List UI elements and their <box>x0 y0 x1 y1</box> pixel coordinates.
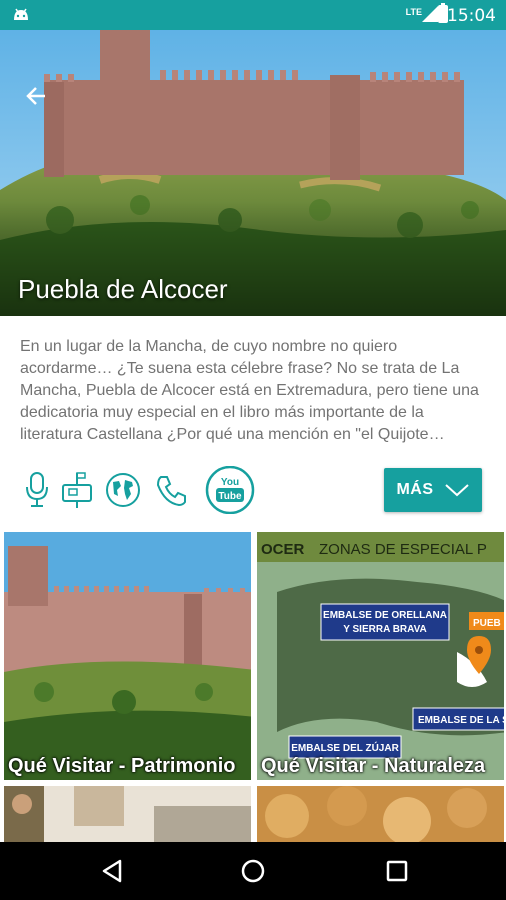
map-label: EMBALSE DE LA S <box>418 715 506 726</box>
map-image: OCER ZONAS DE ESPECIAL P EMBALSE DE OREL… <box>257 532 506 780</box>
map-label: EMBALSE DEL ZÚJAR <box>291 741 399 754</box>
more-button-label: MÁS <box>396 481 434 498</box>
hero-image: Puebla de Alcocer <box>0 30 506 316</box>
action-bar: You Tube MÁS <box>0 460 506 520</box>
svg-text:Tube: Tube <box>218 491 242 502</box>
system-nav-bar <box>0 842 506 900</box>
back-button[interactable] <box>18 78 54 114</box>
tile-gastronomia[interactable] <box>2 784 253 844</box>
castle-photo <box>4 532 251 780</box>
globe-icon[interactable] <box>104 470 142 510</box>
map-label: Y SIERRA BRAVA <box>343 624 427 635</box>
place-title: Puebla de Alcocer <box>18 274 228 304</box>
tile-caption: Qué Visitar - Naturaleza <box>261 755 486 777</box>
square-recents-icon <box>386 860 408 882</box>
arrow-back-icon <box>26 87 45 105</box>
place-description: En un lugar de la Mancha, de cuyo nombre… <box>20 338 479 443</box>
svg-text:You: You <box>221 477 239 488</box>
tile-patrimonio[interactable]: Qué Visitar - Patrimonio <box>2 530 253 782</box>
back-nav-button[interactable] <box>100 858 126 884</box>
map-header: OCER <box>261 541 305 558</box>
microphone-icon[interactable] <box>22 470 52 510</box>
home-nav-button[interactable] <box>240 858 266 884</box>
android-icon <box>12 6 30 27</box>
tile-artesania[interactable] <box>255 784 506 844</box>
category-grid: Qué Visitar - Patrimonio OCER ZONAS DE E… <box>0 530 506 844</box>
signal-icon <box>422 6 438 27</box>
map-label: EMBALSE DE ORELLANA <box>323 610 447 621</box>
network-type: LTE <box>405 7 422 17</box>
chevron-down-icon <box>444 484 469 497</box>
mailbox-icon[interactable] <box>60 470 94 510</box>
youtube-icon[interactable]: You Tube <box>204 466 256 514</box>
clock: 15:04 <box>447 6 496 26</box>
status-bar: LTE 15:04 <box>0 0 506 30</box>
tile-naturaleza[interactable]: OCER ZONAS DE ESPECIAL P EMBALSE DE OREL… <box>255 530 506 782</box>
circle-home-icon <box>241 859 265 883</box>
food-photo <box>257 786 504 842</box>
phone-icon[interactable] <box>154 470 190 510</box>
more-button[interactable]: MÁS <box>384 468 482 512</box>
svg-text:ZONAS DE ESPECIAL P: ZONAS DE ESPECIAL P <box>319 541 487 558</box>
tile-caption: Qué Visitar - Patrimonio <box>8 755 236 777</box>
map-label: PUEB <box>473 618 501 629</box>
recents-nav-button[interactable] <box>384 858 410 884</box>
triangle-back-icon <box>102 859 122 883</box>
interior-photo <box>4 786 251 842</box>
